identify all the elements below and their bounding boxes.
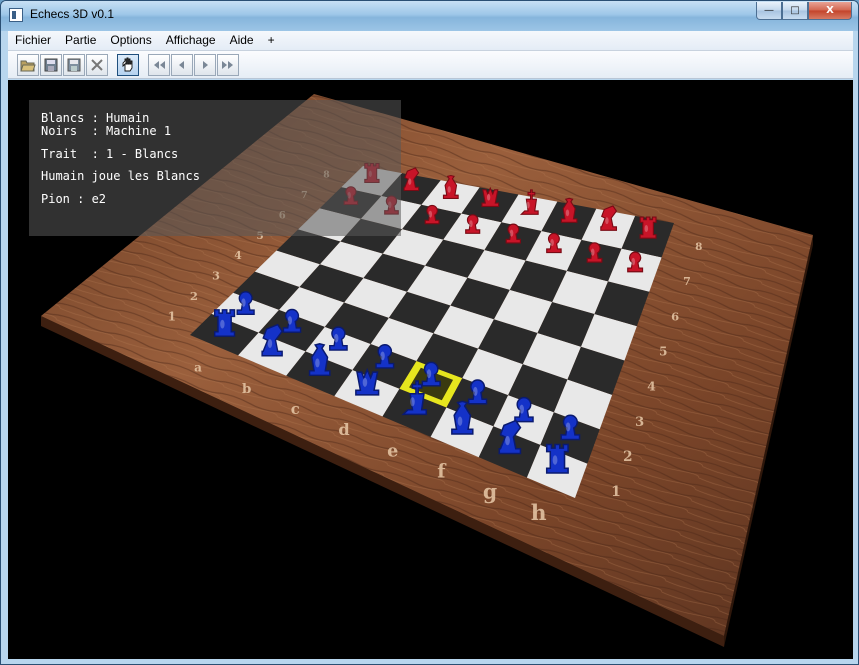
next-move-icon [203, 60, 208, 69]
maximize-button[interactable]: □ [782, 2, 808, 20]
board-3d-view[interactable]: abcdefgh1122334455667788 Blancs : Humain… [8, 80, 853, 659]
menu-fichier[interactable]: Fichier [8, 31, 58, 50]
toolbar [8, 51, 853, 79]
rank-label-right-2: 2 [623, 449, 632, 465]
rank-label-right-7: 7 [683, 275, 691, 288]
file-label-h: h [531, 501, 547, 526]
rook-h1[interactable] [545, 443, 569, 474]
file-label-d: d [338, 420, 349, 439]
previous-move-icon [179, 60, 184, 69]
last-move-icon [222, 60, 233, 69]
rank-label-right-4: 4 [647, 379, 656, 394]
title-bar[interactable]: Echecs 3D v0.1 — □ X [1, 1, 858, 31]
info-black-player: Noirs : Machine 1 [41, 124, 172, 138]
queen-d1[interactable] [355, 367, 380, 396]
rank-label-left-4: 4 [234, 249, 242, 262]
save-button[interactable] [40, 53, 62, 76]
open-icon [20, 60, 36, 71]
rank-label-left-1: 1 [168, 310, 176, 324]
first-move-button[interactable] [148, 53, 170, 76]
app-window: Echecs 3D v0.1 — □ X Fichier Partie Opti… [0, 0, 859, 665]
last-move-button[interactable] [217, 53, 239, 76]
rank-label-right-8: 8 [695, 241, 702, 253]
info-panel: Blancs : Humain Noirs : Machine 1 Trait … [29, 100, 401, 236]
next-move-button[interactable] [194, 53, 216, 76]
rook-h8[interactable] [639, 216, 657, 239]
close-button[interactable]: X [808, 2, 852, 20]
menu-aide[interactable]: Aide [223, 31, 261, 50]
info-human-plays: Humain joue les Blancs [41, 169, 200, 183]
hand-icon [122, 57, 133, 71]
menu-partie[interactable]: Partie [58, 31, 103, 50]
rank-label-right-3: 3 [635, 415, 644, 430]
window-title: Echecs 3D v0.1 [30, 7, 115, 21]
close-game-button[interactable] [86, 53, 108, 76]
rank-label-left-3: 3 [212, 269, 220, 283]
info-turn: Trait : 1 - Blancs [41, 147, 179, 161]
menu-bar: Fichier Partie Options Affichage Aide + [8, 31, 853, 51]
save-icon [44, 58, 58, 71]
file-label-b: b [242, 381, 251, 397]
open-button[interactable] [17, 53, 39, 76]
file-label-g: g [483, 480, 497, 504]
info-selected-piece: Pion : e2 [41, 192, 107, 206]
queen-d8[interactable] [481, 186, 500, 207]
hand-button[interactable] [117, 53, 139, 76]
rank-label-right-1: 1 [611, 484, 621, 500]
menu-options[interactable]: Options [103, 31, 158, 50]
rank-label-right-5: 5 [659, 345, 667, 359]
window-controls: — □ X [756, 2, 852, 20]
save-as-button[interactable] [63, 53, 85, 76]
previous-move-button[interactable] [171, 53, 193, 76]
first-move-icon [154, 60, 165, 69]
rank-label-left-2: 2 [190, 289, 198, 303]
file-label-c: c [291, 401, 300, 418]
file-label-a: a [194, 361, 202, 375]
rook-a1[interactable] [213, 309, 236, 337]
menu-affichage[interactable]: Affichage [159, 31, 223, 50]
rank-label-right-6: 6 [671, 309, 679, 323]
file-label-e: e [387, 440, 398, 461]
save-as-icon [67, 58, 81, 71]
app-icon [9, 8, 23, 22]
menu-plus[interactable]: + [261, 31, 282, 50]
minimize-button[interactable]: — [756, 2, 782, 20]
close-doc-icon [91, 58, 103, 71]
